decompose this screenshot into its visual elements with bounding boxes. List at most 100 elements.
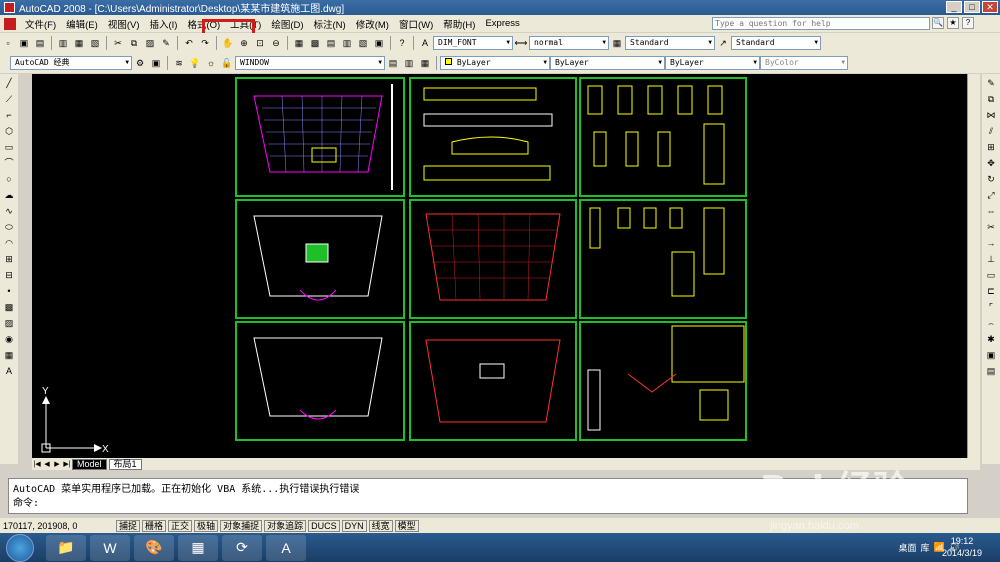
tab-layout1[interactable]: 布局1: [108, 458, 142, 470]
region-icon[interactable]: ◉: [2, 332, 16, 346]
redo-icon[interactable]: ↷: [198, 36, 212, 50]
draw-order-icon[interactable]: ▣: [984, 348, 998, 362]
print-icon[interactable]: ▥: [56, 36, 70, 50]
dyn-toggle[interactable]: DYN: [341, 519, 367, 532]
drawing-canvas[interactable]: Y X: [32, 74, 980, 458]
copy-icon[interactable]: ⧉: [127, 36, 141, 50]
close-button[interactable]: ✕: [982, 1, 998, 13]
open-icon[interactable]: ▣: [17, 36, 31, 50]
workspace-select[interactable]: AutoCAD 经典: [10, 56, 132, 70]
help-icon[interactable]: ?: [962, 17, 974, 29]
ellipse-arc-icon[interactable]: ◠: [2, 236, 16, 250]
dim-style-icon[interactable]: ⟷: [514, 36, 528, 50]
dim-style-select[interactable]: normal: [529, 36, 609, 50]
design-center-icon[interactable]: ▩: [308, 36, 322, 50]
multileader-style-icon[interactable]: ↗: [716, 36, 730, 50]
osnap-toggle[interactable]: 对象捕捉: [220, 519, 263, 532]
polygon-icon[interactable]: ⬡: [2, 124, 16, 138]
lock-icon[interactable]: 🔓: [220, 56, 234, 70]
zoom-previous-icon[interactable]: ⊖: [269, 36, 283, 50]
menu-format[interactable]: 格式(O): [182, 17, 225, 31]
menu-help[interactable]: 帮助(H): [438, 17, 480, 31]
grid-toggle[interactable]: 栅格: [142, 519, 167, 532]
snap-toggle[interactable]: 捕捉: [116, 519, 141, 532]
vertical-scrollbar[interactable]: [967, 74, 980, 458]
erase-icon[interactable]: ✎: [984, 76, 998, 90]
menu-insert[interactable]: 插入(I): [144, 17, 182, 31]
layer-states-icon[interactable]: ▦: [418, 56, 432, 70]
menu-modify[interactable]: 修改(M): [351, 17, 394, 31]
text-style-select[interactable]: DIM_FONT: [433, 36, 513, 50]
workspace-save-icon[interactable]: ▣: [149, 56, 163, 70]
help-icon[interactable]: ?: [395, 36, 409, 50]
next-tab-arrow-icon[interactable]: ▶: [52, 460, 62, 468]
sheet-set-icon[interactable]: ▥: [340, 36, 354, 50]
help-search-input[interactable]: [712, 17, 930, 30]
prev-tab-arrow-icon[interactable]: ◀: [42, 460, 52, 468]
chamfer-icon[interactable]: ⌜: [984, 300, 998, 314]
lineweight-select[interactable]: ByLayer: [665, 56, 760, 70]
desktop-label[interactable]: 桌面: [899, 541, 917, 554]
plotstyle-select[interactable]: ByColor: [760, 56, 848, 70]
stretch-icon[interactable]: ⇔: [984, 204, 998, 218]
menu-dimension[interactable]: 标注(N): [309, 17, 351, 31]
media-icon[interactable]: ▦: [178, 534, 218, 561]
offset-icon[interactable]: ⫽: [984, 124, 998, 138]
table-style-icon[interactable]: ▦: [610, 36, 624, 50]
circle-icon[interactable]: ○: [2, 172, 16, 186]
new-icon[interactable]: ▫: [1, 36, 15, 50]
scale-icon[interactable]: ⤢: [984, 188, 998, 202]
autocad-taskbar-icon[interactable]: A: [266, 534, 306, 561]
start-button[interactable]: [6, 533, 34, 562]
polar-toggle[interactable]: 极轴: [194, 519, 219, 532]
menu-view[interactable]: 视图(V): [103, 17, 145, 31]
search-icon[interactable]: 🔍: [932, 17, 944, 29]
paste-icon[interactable]: ▨: [143, 36, 157, 50]
spline-icon[interactable]: ∿: [2, 204, 16, 218]
menu-express[interactable]: Express: [480, 18, 524, 29]
minimize-button[interactable]: _: [946, 1, 962, 13]
make-object-layer-current-icon[interactable]: ▤: [386, 56, 400, 70]
text-style-icon[interactable]: A: [418, 36, 432, 50]
menu-draw[interactable]: 绘图(D): [266, 17, 308, 31]
maximize-button[interactable]: □: [964, 1, 980, 13]
ellipse-icon[interactable]: ⬭: [2, 220, 16, 234]
document-menu-icon[interactable]: [4, 17, 16, 30]
paint-icon[interactable]: 🎨: [134, 534, 174, 561]
match-properties-icon[interactable]: ✎: [159, 36, 173, 50]
first-tab-arrow-icon[interactable]: |◀: [32, 460, 42, 468]
mirror-icon[interactable]: ⋈: [984, 108, 998, 122]
workspace-settings-icon[interactable]: ⚙: [133, 56, 147, 70]
star-icon[interactable]: ★: [947, 17, 959, 29]
gradient-icon[interactable]: ▨: [2, 316, 16, 330]
move-icon[interactable]: ✥: [984, 156, 998, 170]
layer-previous-icon[interactable]: ▥: [402, 56, 416, 70]
menu-file[interactable]: 文件(F): [20, 17, 61, 31]
trim-icon[interactable]: ✂: [984, 220, 998, 234]
publish-icon[interactable]: ▧: [88, 36, 102, 50]
join-icon[interactable]: ⊏: [984, 284, 998, 298]
explorer-icon[interactable]: 📁: [46, 534, 86, 561]
ortho-toggle[interactable]: 正交: [168, 519, 193, 532]
menu-edit[interactable]: 编辑(E): [61, 17, 103, 31]
tab-model[interactable]: Model: [72, 458, 107, 470]
lineweight-toggle[interactable]: 线宽: [368, 519, 393, 532]
otrack-toggle[interactable]: 对象追踪: [264, 519, 307, 532]
autocad-app-icon[interactable]: [4, 2, 15, 13]
word-icon[interactable]: W: [90, 534, 130, 561]
construction-line-icon[interactable]: ⟋: [2, 92, 16, 106]
copy-object-icon[interactable]: ⧉: [984, 92, 998, 106]
calculator-icon[interactable]: ▣: [372, 36, 386, 50]
color-select[interactable]: ByLayer: [440, 56, 550, 70]
explode-icon[interactable]: ✱: [984, 332, 998, 346]
multileader-style-select[interactable]: Standard: [731, 36, 821, 50]
rectangle-icon[interactable]: ▭: [2, 140, 16, 154]
multiline-text-icon[interactable]: A: [2, 364, 16, 378]
markup-icon[interactable]: ▧: [356, 36, 370, 50]
revision-cloud-icon[interactable]: ☁: [2, 188, 16, 202]
cut-icon[interactable]: ✂: [111, 36, 125, 50]
properties-icon[interactable]: ▦: [292, 36, 306, 50]
line-icon[interactable]: ╱: [2, 76, 16, 90]
rotate-icon[interactable]: ↻: [984, 172, 998, 186]
table-icon[interactable]: ▦: [2, 348, 16, 362]
